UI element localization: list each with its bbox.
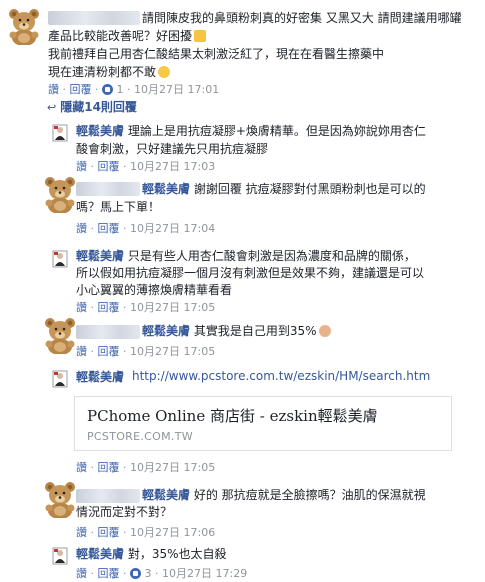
like-button[interactable]: 讚	[76, 461, 87, 474]
reply-text-line-1: 輕鬆美膚 對，35%也太自殺	[76, 547, 227, 561]
reply-arrow-icon: ↩	[47, 101, 57, 114]
reply-author[interactable]: 輕鬆美膚	[76, 370, 124, 384]
reply-text-line-2: 所以假如用抗痘凝膠一個月沒有刺激但是效果不夠，建議還是可以	[76, 266, 425, 280]
page-logo-icon	[50, 369, 70, 389]
comment-text-line-2: 產品比較能改善呢？好困擾	[48, 27, 207, 45]
timestamp[interactable]: 10月27日 17:05	[130, 301, 215, 314]
reply-button[interactable]: 回覆	[70, 83, 92, 96]
reply-text-line-2: 情況而定對不對？	[76, 505, 173, 519]
reply-text-line-2: 嗎？馬上下單！	[76, 200, 161, 214]
woman-tipping-hand-icon	[318, 325, 331, 337]
comment-text-line-1: 請問陳皮我的鼻頭粉刺真的好密集 又黑又大 請問建議用哪罐	[142, 11, 462, 25]
like-button[interactable]: 讚	[76, 160, 87, 173]
like-count[interactable]: 1	[117, 83, 124, 96]
reply-button[interactable]: 回覆	[98, 160, 120, 173]
tagged-page-name[interactable]: 輕鬆美膚	[142, 488, 190, 502]
hidden-replies-toggle[interactable]: ↩ 隱藏14則回覆	[47, 98, 137, 115]
tired-face-icon	[194, 30, 207, 42]
reply-text-line-1: 輕鬆美膚 其實我是自己用到35%	[142, 322, 331, 340]
blurred-commenter-name	[76, 182, 140, 196]
timestamp[interactable]: 10月27日 17:01	[134, 83, 219, 96]
reply-text-line-1: 輕鬆美膚 謝謝回覆 抗痘凝膠對付黑頭粉刺也是可以的	[142, 182, 426, 196]
reply-author[interactable]: 輕鬆美膚	[76, 249, 124, 263]
link-preview-domain: PCSTORE.COM.TW	[87, 430, 193, 443]
reply-author[interactable]: 輕鬆美膚	[76, 547, 124, 561]
link-preview-title: PChome Online 商店街 - ezskin輕鬆美膚	[87, 407, 378, 425]
commenter-avatar[interactable]	[40, 314, 80, 354]
reply-button[interactable]: 回覆	[98, 526, 120, 539]
teddy-bear-icon	[4, 5, 44, 45]
reply-actions: 讚 · 回覆 · 10月27日 17:03	[76, 160, 216, 173]
reply-actions: 讚 · 回覆 · 10月27日 17:05	[76, 301, 216, 314]
blurred-commenter-name	[48, 11, 140, 25]
page-avatar[interactable]	[50, 369, 70, 389]
reply-actions: 讚 · 回覆 · 10月27日 17:05	[76, 345, 216, 358]
link-preview-card[interactable]: PChome Online 商店街 - ezskin輕鬆美膚 PCSTORE.C…	[74, 396, 452, 451]
tagged-page-name[interactable]: 輕鬆美膚	[142, 182, 190, 196]
comment-text-line-3: 我前禮拜自己用杏仁酸結果太刺激泛紅了，現在在看醫生擦藥中	[48, 47, 385, 61]
commenter-avatar[interactable]	[4, 5, 44, 45]
reply-button[interactable]: 回覆	[98, 345, 120, 358]
teddy-bear-icon	[40, 314, 80, 354]
commenter-avatar[interactable]	[40, 173, 80, 213]
reply-actions: 讚 · 回覆 · 3 · 10月27日 17:29	[76, 567, 248, 580]
page-avatar[interactable]	[50, 123, 70, 143]
reply-text-line-1: 輕鬆美膚 理論上是用抗痘凝膠+煥膚精華。但是因為妳說妳用杏仁	[76, 124, 426, 138]
reply-text-line-1: 輕鬆美膚 只是有些人用杏仁酸會刺激是因為濃度和品牌的關係，	[76, 249, 416, 263]
like-button[interactable]: 讚	[48, 83, 59, 96]
like-count[interactable]: 3	[145, 567, 152, 580]
comment-text-line-4: 現在連清粉刺都不敢	[48, 63, 171, 81]
timestamp[interactable]: 10月27日 17:05	[130, 345, 215, 358]
reply-button[interactable]: 回覆	[98, 222, 120, 235]
page-logo-icon	[50, 546, 70, 566]
timestamp[interactable]: 10月27日 17:06	[130, 526, 215, 539]
teddy-bear-icon	[40, 173, 80, 213]
page-logo-icon	[50, 123, 70, 143]
timestamp[interactable]: 10月27日 17:04	[130, 222, 215, 235]
reply-author[interactable]: 輕鬆美膚	[76, 124, 124, 138]
like-button[interactable]: 讚	[76, 345, 87, 358]
sad-face-icon	[158, 66, 171, 78]
timestamp[interactable]: 10月27日 17:29	[162, 567, 247, 580]
reply-text-line-3: 小心翼翼的薄擦煥膚精華看看	[76, 283, 233, 297]
timestamp[interactable]: 10月27日 17:03	[130, 160, 215, 173]
reply-text-line-1: 輕鬆美膚	[76, 368, 124, 386]
reply-actions: 讚 · 回覆 · 10月27日 17:04	[76, 222, 216, 235]
reply-button[interactable]: 回覆	[98, 567, 120, 580]
reply-button[interactable]: 回覆	[98, 461, 120, 474]
like-icon	[102, 84, 113, 95]
like-button[interactable]: 讚	[76, 567, 87, 580]
page-avatar[interactable]	[50, 249, 70, 269]
timestamp[interactable]: 10月27日 17:05	[130, 461, 215, 474]
like-button[interactable]: 讚	[76, 526, 87, 539]
like-button[interactable]: 讚	[76, 301, 87, 314]
reply-text-line-2: 酸會刺激，只好建議先只用抗痘凝膠	[76, 142, 269, 156]
commenter-avatar[interactable]	[40, 478, 80, 518]
teddy-bear-icon	[40, 478, 80, 518]
reply-actions: 讚 · 回覆 · 10月27日 17:06	[76, 526, 216, 539]
tagged-page-name[interactable]: 輕鬆美膚	[142, 324, 190, 338]
page-avatar[interactable]	[50, 546, 70, 566]
shared-link[interactable]: http://www.pcstore.com.tw/ezskin/HM/sear…	[132, 369, 430, 383]
like-icon	[130, 568, 141, 579]
comment-actions: 讚 · 回覆 · 1 · 10月27日 17:01	[48, 83, 220, 96]
blurred-commenter-name	[76, 489, 140, 503]
blurred-commenter-name	[76, 325, 140, 339]
reply-text-line-1: 輕鬆美膚 好的 那抗痘就是全臉擦嗎？油肌的保濕就視	[142, 488, 426, 502]
like-button[interactable]: 讚	[76, 222, 87, 235]
reply-button[interactable]: 回覆	[98, 301, 120, 314]
page-logo-icon	[50, 249, 70, 269]
reply-actions: 讚 · 回覆 · 10月27日 17:05	[76, 461, 216, 474]
